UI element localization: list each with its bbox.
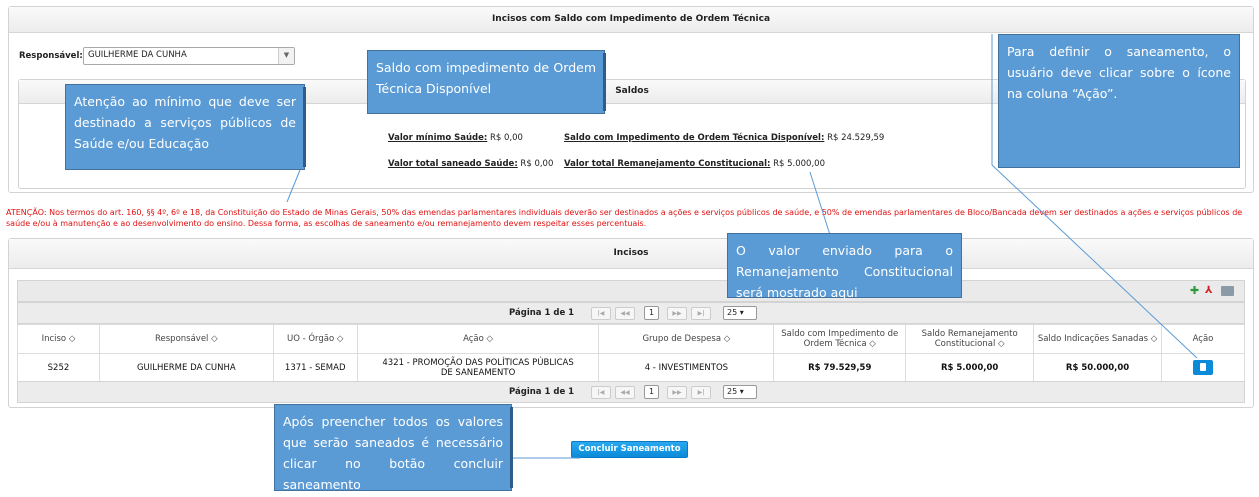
callout-bar — [303, 87, 306, 167]
callout-saldo-impedimento: Saldo com impedimento de Ordem Técnica D… — [367, 50, 606, 114]
callout-apos-preencher: Após preencher todos os valores que serã… — [274, 404, 513, 492]
callout-bar — [603, 53, 606, 111]
callout-atencao-text: Atenção ao mínimo que deve ser destinado… — [74, 94, 296, 151]
callout-valor-enviado-text: O valor enviado para o Remanejamento Con… — [736, 243, 953, 300]
callout-definir-saneamento: Para definir o saneamento, o usuário dev… — [998, 34, 1240, 168]
callout-atencao: Atenção ao mínimo que deve ser destinado… — [65, 84, 306, 170]
callout-saldo-impedimento-text: Saldo com impedimento de Ordem Técnica D… — [376, 60, 596, 96]
callout-valor-enviado: O valor enviado para o Remanejamento Con… — [727, 233, 962, 300]
callout-apos-text: Após preencher todos os valores que serã… — [283, 414, 503, 492]
callout-bar — [510, 407, 513, 488]
callout-definir-text: Para definir o saneamento, o usuário dev… — [1007, 44, 1231, 101]
